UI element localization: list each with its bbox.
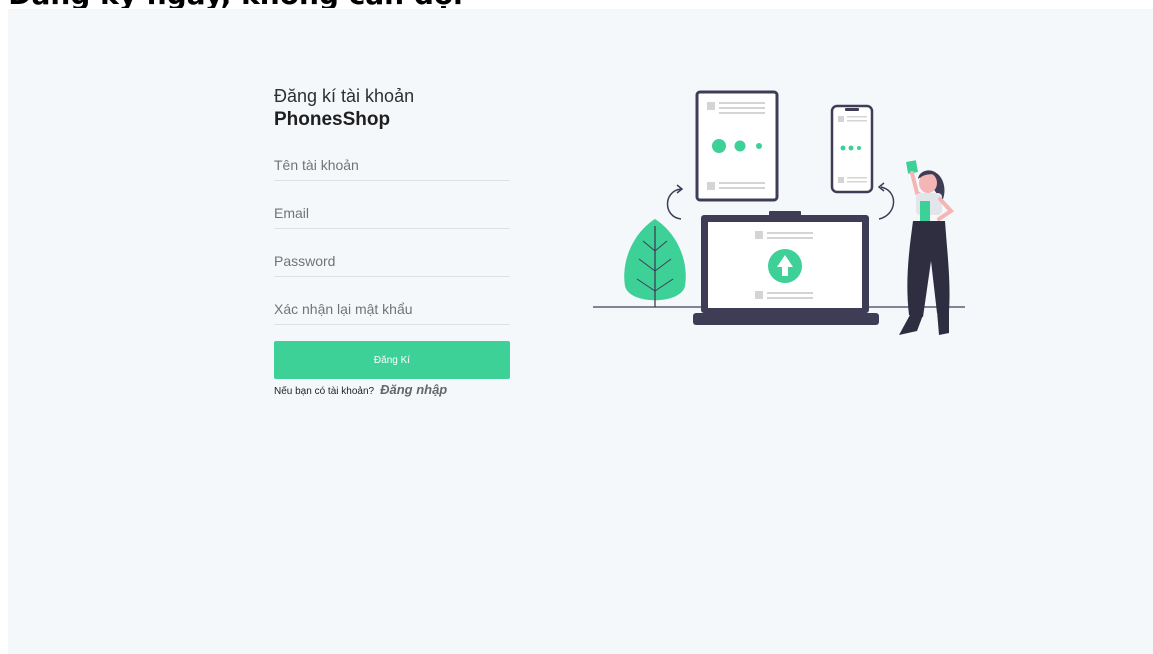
page-heading: Đăng ký ngay, không cần đợi bbox=[8, 0, 463, 8]
brand-name: PhonesShop bbox=[274, 109, 391, 130]
confirm-password-input[interactable] bbox=[274, 294, 510, 325]
signup-panel: Đăng kí tài khoản PhonesShop Đăng Kí Nếu… bbox=[8, 9, 1153, 654]
login-prompt-text: Nếu bạn có tài khoản? bbox=[274, 386, 375, 397]
login-prompt-row: Nếu bạn có tài khoản? Đăng nhập bbox=[274, 382, 512, 397]
email-input[interactable] bbox=[274, 198, 510, 229]
register-button[interactable]: Đăng Kí bbox=[274, 341, 510, 379]
phone-icon bbox=[830, 104, 874, 194]
laptop-icon bbox=[693, 211, 879, 325]
person-icon bbox=[899, 160, 955, 335]
tablet-icon bbox=[695, 90, 779, 202]
username-input[interactable] bbox=[274, 150, 510, 181]
login-link[interactable]: Đăng nhập bbox=[380, 382, 447, 397]
password-input[interactable] bbox=[274, 246, 510, 277]
plant-icon bbox=[624, 219, 686, 307]
signup-form: Đăng kí tài khoản PhonesShop Đăng Kí Nếu… bbox=[274, 85, 512, 397]
devices-illustration bbox=[593, 90, 965, 335]
form-title: Đăng kí tài khoản bbox=[274, 86, 415, 106]
sync-arrow-left-icon bbox=[666, 188, 682, 220]
sync-arrow-right-icon bbox=[878, 186, 895, 220]
